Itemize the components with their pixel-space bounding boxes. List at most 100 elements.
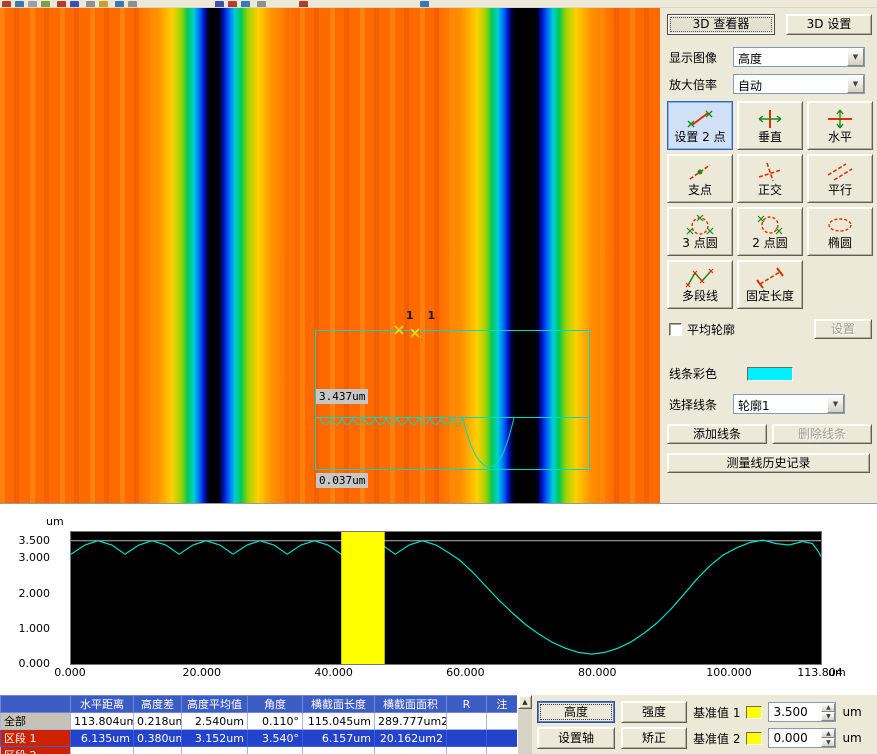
tool-circle-3pt-button[interactable]: 3 点圆: [667, 207, 733, 256]
table-cell: [375, 747, 447, 754]
chevron-down-icon[interactable]: ▼: [847, 75, 864, 93]
ellipse-icon: [825, 213, 855, 236]
tool-label: 平行: [828, 184, 852, 197]
chevron-down-icon[interactable]: ▼: [827, 395, 844, 413]
orthogonal-icon: [755, 160, 785, 183]
tool-horizontal-button[interactable]: 水平: [807, 101, 873, 150]
measurement-history-button[interactable]: 测量线历史记录: [667, 453, 870, 473]
bottom-control-panel: 高度 强度 基准值 1 3.500 ▲ ▼ um 设置轴 矫正 基准值 2 0.…: [532, 695, 877, 754]
pivot-icon: [685, 160, 715, 183]
spin-up-icon[interactable]: ▲: [821, 703, 835, 712]
toolbar-icon[interactable]: [420, 1, 429, 8]
measurement-tool-grid: 设置 2 点垂直 水平支点 正交平行 3 点圆 2 点圆椭圆多段线 固定长度: [667, 101, 872, 309]
toolbar-icon[interactable]: [257, 1, 266, 8]
average-profile-checkbox[interactable]: [669, 323, 682, 336]
height-mode-button[interactable]: 高度: [537, 701, 615, 723]
x-tick-label: 20.000: [183, 666, 222, 679]
toolbar-icon[interactable]: [86, 1, 95, 8]
toolbar-icon[interactable]: [70, 1, 79, 8]
line-color-swatch[interactable]: [747, 367, 793, 381]
height-map-image[interactable]: 1 1 3.437um 0.037um: [0, 8, 660, 503]
toolbar-icon[interactable]: [215, 1, 224, 8]
tool-parallel-button[interactable]: 平行: [807, 154, 873, 203]
toolbar-icon[interactable]: [28, 1, 37, 8]
profile-chart-section: um 3.5003.0002.0001.0000.000 0.00020.000…: [0, 503, 877, 695]
tool-label: 垂直: [758, 131, 782, 144]
chevron-down-icon[interactable]: ▼: [847, 48, 864, 66]
tool-vertical-button[interactable]: 垂直: [737, 101, 803, 150]
add-line-button[interactable]: 添加线条: [667, 424, 767, 444]
select-line-label: 选择线条: [669, 396, 733, 413]
measurement-overlay: [0, 8, 660, 503]
tool-polyline-button[interactable]: 多段线: [667, 260, 733, 309]
toolbar-icon[interactable]: [128, 1, 137, 8]
delete-line-button[interactable]: 删除线条: [772, 424, 872, 444]
table-cell: 0.218um: [134, 713, 182, 730]
spin-down-icon[interactable]: ▼: [821, 712, 835, 721]
correction-button[interactable]: 矫正: [621, 727, 687, 749]
line-color-label: 线条彩色: [669, 365, 733, 382]
table-row[interactable]: 区段 16.135um0.380um3.152um3.540°6.157um20…: [1, 730, 518, 747]
toolbar-icon[interactable]: [41, 1, 50, 8]
magnification-select[interactable]: 自动 ▼: [733, 74, 865, 94]
table-header-cell: 横截面面积: [375, 696, 447, 713]
toolbar-icon[interactable]: [99, 1, 108, 8]
upper-height-label: 3.437um: [316, 389, 368, 404]
tab-3d-viewer[interactable]: 3D 查看器: [667, 14, 775, 35]
tool-label: 支点: [688, 184, 712, 197]
table-cell: [182, 747, 248, 754]
set-axis-button[interactable]: 设置轴: [537, 727, 615, 749]
magnification-label: 放大倍率: [669, 76, 733, 93]
toolbar-icon[interactable]: [299, 1, 308, 8]
tool-label: 多段线: [682, 290, 718, 303]
tool-pivot-button[interactable]: 支点: [667, 154, 733, 203]
profile-plot[interactable]: [70, 531, 822, 665]
fixed-length-icon: [755, 266, 785, 289]
reference-2-value: 0.000: [769, 729, 821, 747]
spin-down-icon[interactable]: ▼: [821, 738, 835, 747]
results-table: 水平距离高度差高度平均值角度横截面长度横截面面积R注全部113.804um0.2…: [0, 695, 517, 754]
table-row[interactable]: 区段 2: [1, 747, 518, 754]
table-cell: [71, 747, 134, 754]
reference-1-color-swatch[interactable]: [746, 706, 762, 719]
x-tick-label: 60.000: [446, 666, 485, 679]
toolbar-icon[interactable]: [57, 1, 66, 8]
tool-circle-2pt-button[interactable]: 2 点圆: [737, 207, 803, 256]
x-tick-label: 0.000: [54, 666, 86, 679]
table-row[interactable]: 全部113.804um0.218um2.540um0.110°115.045um…: [1, 713, 518, 730]
x-axis-unit-label: um: [828, 666, 846, 679]
display-image-select[interactable]: 高度 ▼: [733, 47, 865, 67]
toolbar-icon[interactable]: [115, 1, 124, 8]
intensity-mode-button[interactable]: 强度: [621, 701, 687, 723]
table-header-row: 水平距离高度差高度平均值角度横截面长度横截面面积R注: [1, 696, 518, 713]
x-tick-label: 100.000: [706, 666, 752, 679]
tool-fixed-length-button[interactable]: 固定长度: [737, 260, 803, 309]
table-cell: 3.540°: [248, 730, 303, 747]
table-header-cell: 高度差: [134, 696, 182, 713]
toolbar-icon[interactable]: [228, 1, 237, 8]
table-scrollbar[interactable]: ▲: [517, 695, 532, 754]
scroll-up-icon[interactable]: ▲: [518, 695, 532, 709]
profile-endpoint-markers: [395, 326, 419, 337]
toolbar-icon[interactable]: [241, 1, 250, 8]
toolbar-icon[interactable]: [2, 1, 11, 8]
table-header-cell: R: [447, 696, 487, 713]
reference-2-spinner[interactable]: 0.000 ▲ ▼: [768, 728, 836, 748]
tool-orthogonal-button[interactable]: 正交: [737, 154, 803, 203]
set-button[interactable]: 设置: [814, 319, 872, 339]
reference-2-color-swatch[interactable]: [746, 732, 762, 745]
tool-label: 3 点圆: [682, 237, 717, 250]
profile-line-number-label: 1 1: [406, 309, 440, 322]
spin-up-icon[interactable]: ▲: [821, 729, 835, 738]
toolbar-icon[interactable]: [15, 1, 24, 8]
tool-ellipse-button[interactable]: 椭圆: [807, 207, 873, 256]
tool-set-2-points-button[interactable]: 设置 2 点: [667, 101, 733, 150]
tab-3d-settings[interactable]: 3D 设置: [786, 14, 872, 35]
select-line-select[interactable]: 轮廓1 ▼: [733, 394, 845, 414]
y-axis-unit-label: um: [46, 515, 64, 528]
results-table-wrap: 水平距离高度差高度平均值角度横截面长度横截面面积R注全部113.804um0.2…: [0, 695, 517, 754]
table-cell: 6.135um: [71, 730, 134, 747]
display-image-label: 显示图像: [669, 49, 733, 66]
magnification-value: 自动: [734, 75, 847, 93]
reference-1-spinner[interactable]: 3.500 ▲ ▼: [768, 702, 836, 722]
